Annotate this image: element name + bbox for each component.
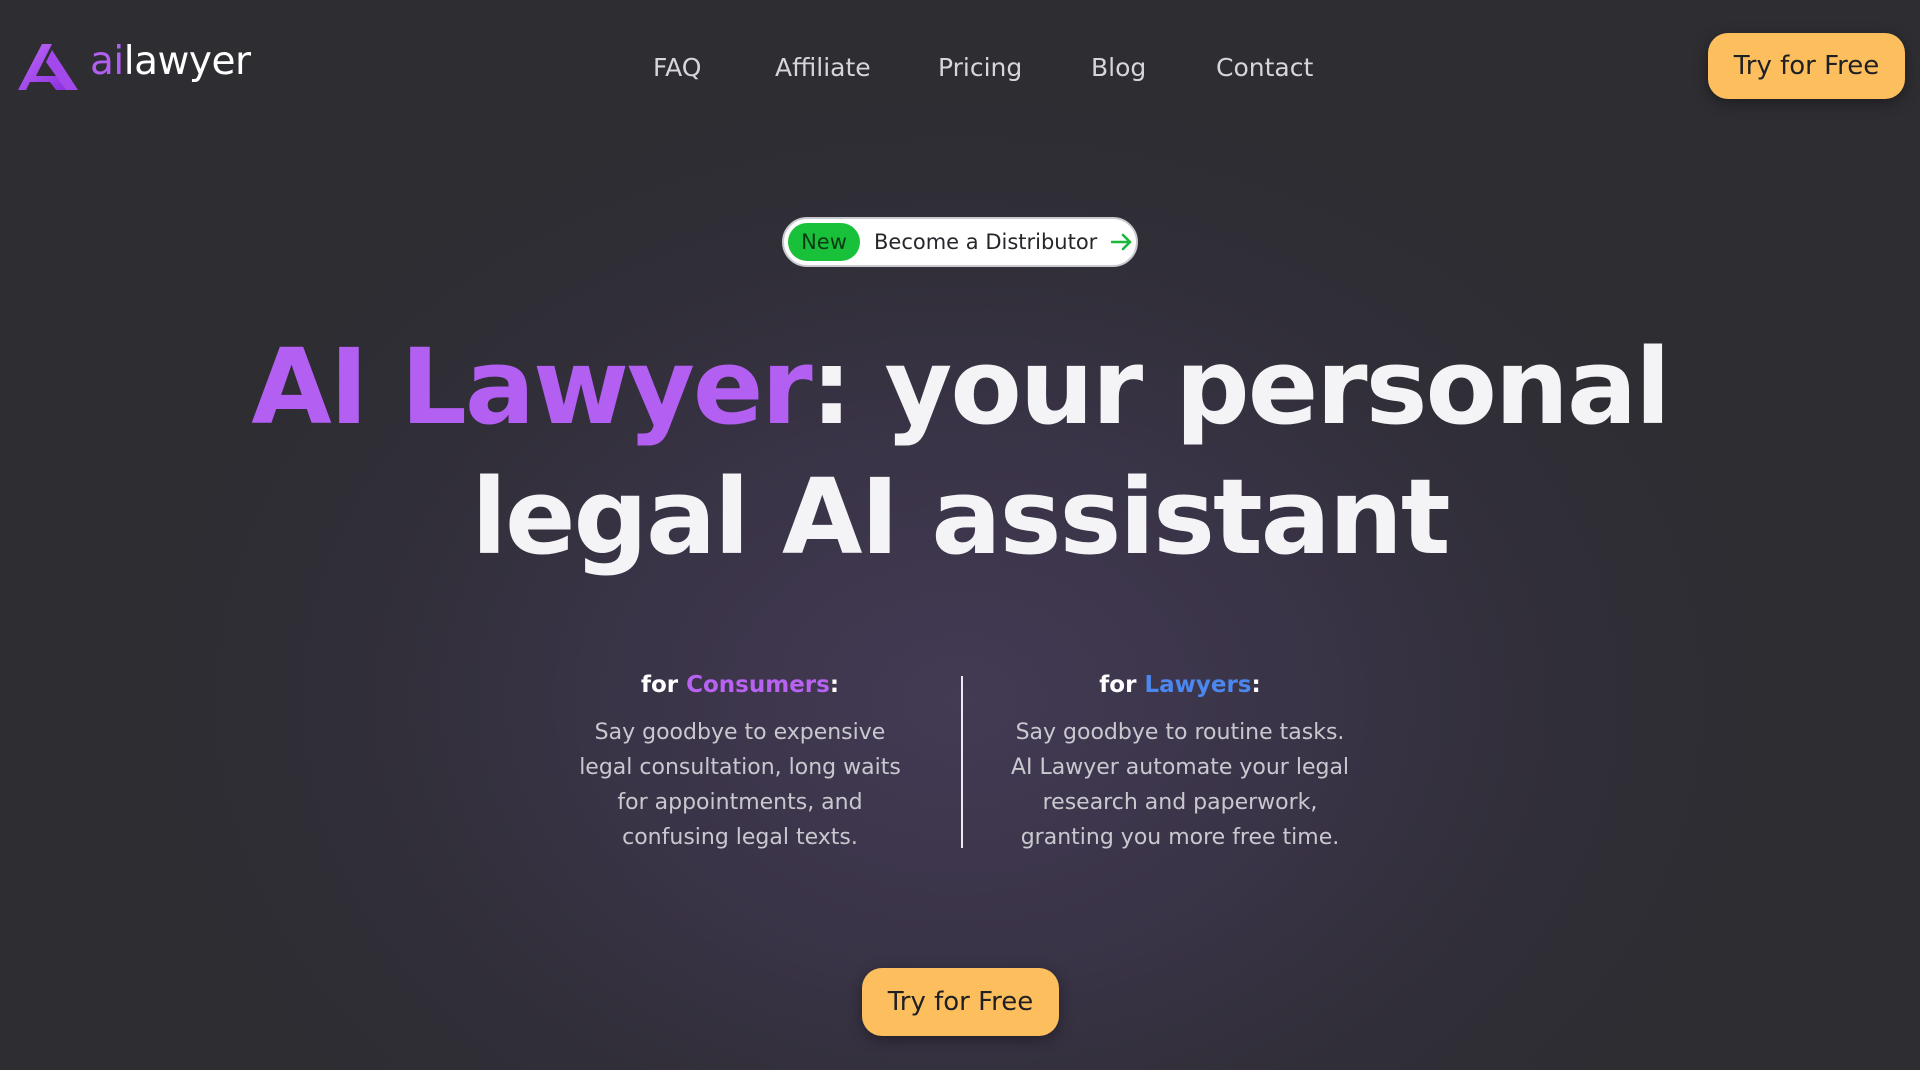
try-for-free-button-header[interactable]: Try for Free [1708,33,1905,99]
lawyers-highlight: Lawyers [1144,672,1252,698]
lawyers-column: for Lawyers: Say goodbye to routine task… [980,665,1380,855]
lawyers-heading: for Lawyers: [980,665,1380,705]
lawyers-description: Say goodbye to routine tasks. AI Lawyer … [1010,720,1350,850]
consumers-description: Say goodbye to expensive legal consultat… [579,720,901,850]
nav-item-blog[interactable]: Blog [1091,48,1146,88]
nav-item-affiliate[interactable]: Affiliate [775,48,871,88]
new-badge: New [788,223,860,261]
become-distributor-link[interactable]: New Become a Distributor [782,217,1138,267]
consumers-prefix: for [640,672,687,698]
nav-item-faq[interactable]: FAQ [653,48,701,88]
column-divider [961,676,963,848]
consumers-suffix: : [829,672,840,698]
hero-title-accent: AI Lawyer [251,326,813,448]
hero-title: AI Lawyer: your personal legal AI assist… [0,322,1920,582]
hero-title-line2: legal AI assistant [471,456,1450,578]
top-navigation: ailawyer FAQ Affiliate Pricing Blog Cont… [0,0,1920,135]
hero-title-line1-rest: : your personal [810,326,1671,448]
main-menu: FAQ Affiliate Pricing Blog Contact [0,48,1920,88]
try-for-free-button-hero[interactable]: Try for Free [862,968,1059,1036]
lawyers-prefix: for [1099,672,1145,698]
nav-item-pricing[interactable]: Pricing [938,48,1022,88]
announcement-text: Become a Distributor [874,230,1098,254]
nav-item-contact[interactable]: Contact [1216,48,1313,88]
lawyers-suffix: : [1251,672,1261,698]
arrow-right-icon [1111,233,1133,251]
consumers-column: for Consumers: Say goodbye to expensive … [540,665,940,855]
consumers-highlight: Consumers [686,672,830,698]
consumers-heading: for Consumers: [540,665,940,705]
